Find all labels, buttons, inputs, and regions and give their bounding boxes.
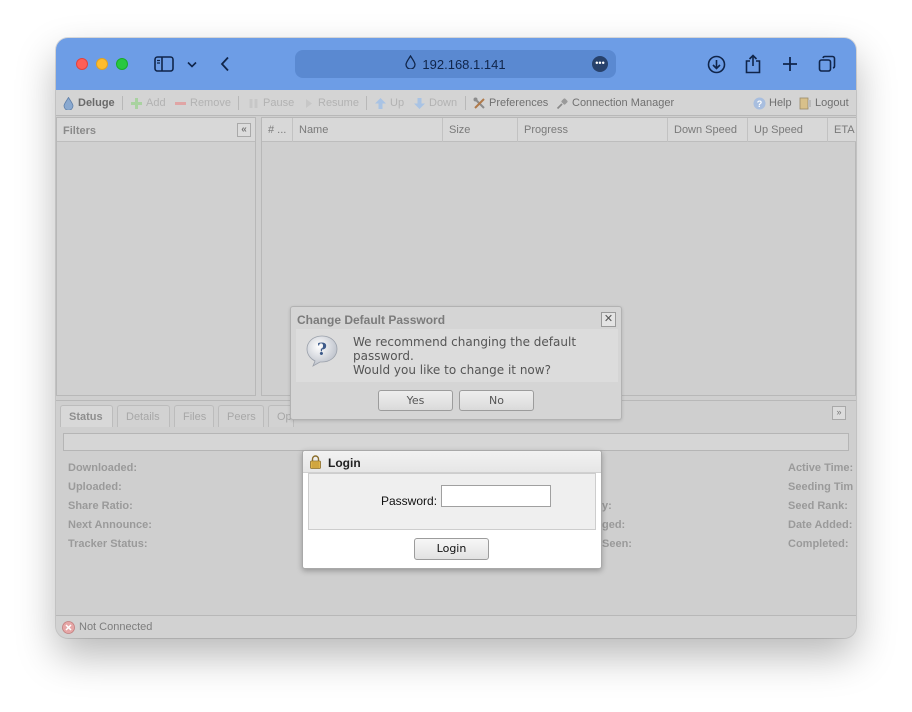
new-tab-icon[interactable]	[780, 52, 800, 76]
share-icon[interactable]	[743, 52, 763, 76]
minimize-window-button[interactable]	[96, 58, 108, 70]
plug-icon	[556, 97, 568, 109]
logout-button[interactable]: Logout	[799, 95, 849, 111]
stat-uploaded: Uploaded:	[68, 481, 122, 493]
torrent-grid-header: # ... Name Size Progress Down Speed Up S…	[262, 118, 856, 142]
login-dialog-header: Login	[303, 451, 601, 473]
dialog-body: ? We recommend changing the default pass…	[296, 329, 618, 382]
torrent-progress-bar	[63, 433, 849, 451]
login-button[interactable]: Login	[414, 538, 489, 560]
filters-panel: Filters «	[56, 117, 256, 396]
disconnected-icon	[62, 620, 75, 634]
stat-completed: Completed:	[788, 538, 849, 550]
minus-icon	[175, 101, 186, 105]
stat-tracker-status: Tracker Status:	[68, 538, 148, 550]
stat-seed-rank: Seed Rank:	[788, 500, 848, 512]
toolbar-separator	[465, 96, 466, 110]
password-label: Password:	[381, 494, 438, 508]
stat-next-announce: Next Announce:	[68, 519, 152, 531]
add-button[interactable]: Add	[130, 95, 166, 111]
resume-button[interactable]: Resume	[302, 95, 359, 111]
page-menu-icon[interactable]: •••	[592, 56, 608, 72]
browser-titlebar: 192.168.1.141 •••	[56, 38, 856, 90]
stat-downloaded: Downloaded:	[68, 462, 138, 474]
stat-last-seen: Seen:	[602, 538, 632, 550]
stat-seeding-time: Seeding Tim	[788, 481, 854, 493]
browser-window: 192.168.1.141 ••• Deluge Add Remove Paus…	[56, 38, 856, 638]
tab-details[interactable]: Details	[117, 405, 170, 427]
stat-last-changed: ged:	[602, 519, 626, 531]
toolbar-separator	[238, 96, 239, 110]
sidebar-toggle-icon[interactable]	[153, 52, 175, 76]
tab-status[interactable]: Status	[60, 405, 113, 427]
column-size[interactable]: Size	[443, 118, 518, 142]
tab-peers[interactable]: Peers	[218, 405, 264, 427]
pause-icon	[249, 98, 258, 108]
remove-button[interactable]: Remove	[174, 95, 231, 111]
toolbar-separator	[366, 96, 367, 110]
help-button[interactable]: ? Help	[753, 95, 792, 111]
login-dialog: Login Password: Login	[302, 450, 602, 569]
column-name[interactable]: Name	[293, 118, 443, 142]
yes-button[interactable]: Yes	[378, 390, 453, 411]
chevron-down-icon[interactable]	[186, 52, 198, 76]
tab-overview-icon[interactable]	[817, 52, 837, 76]
column-queue[interactable]: # ...	[262, 118, 293, 142]
lock-icon	[310, 455, 321, 469]
login-form: Password:	[308, 473, 596, 530]
queue-down-button[interactable]: Down	[413, 95, 457, 111]
dialog-title: Change Default Password	[297, 313, 446, 327]
downloads-icon[interactable]	[705, 52, 727, 76]
arrow-up-icon	[375, 97, 386, 109]
question-icon: ?	[306, 335, 338, 367]
column-up-speed[interactable]: Up Speed	[748, 118, 828, 142]
change-password-dialog: Change Default Password ✕ ? We recommend…	[290, 306, 622, 420]
zoom-window-button[interactable]	[116, 58, 128, 70]
stat-active-time: Active Time:	[788, 462, 854, 474]
pause-button[interactable]: Pause	[247, 95, 294, 111]
site-icon	[405, 54, 417, 74]
deluge-logo: Deluge	[62, 95, 115, 111]
close-icon[interactable]: ✕	[601, 312, 616, 327]
dialog-message-line-2: Would you like to change it now?	[353, 363, 551, 377]
no-button[interactable]: No	[459, 390, 534, 411]
preferences-button[interactable]: Preferences	[473, 95, 548, 111]
queue-up-button[interactable]: Up	[374, 95, 404, 111]
column-down-speed[interactable]: Down Speed	[668, 118, 748, 142]
address-bar[interactable]: 192.168.1.141 •••	[295, 50, 616, 78]
deluge-toolbar: Deluge Add Remove Pause Resume Up Down P…	[56, 90, 856, 116]
filters-title: Filters	[63, 125, 97, 137]
tools-icon	[473, 97, 485, 109]
password-field[interactable]	[441, 485, 551, 507]
url-text: 192.168.1.141	[422, 56, 506, 72]
plus-icon	[131, 97, 142, 109]
filters-header: Filters «	[57, 118, 255, 142]
connection-status: Not Connected	[79, 621, 153, 633]
back-icon[interactable]	[218, 52, 232, 76]
toolbar-separator	[122, 96, 123, 110]
tab-files[interactable]: Files	[174, 405, 214, 427]
play-icon	[306, 98, 312, 108]
arrow-down-icon	[414, 97, 425, 109]
svg-text:?: ?	[317, 340, 327, 360]
stat-date-added: Date Added:	[788, 519, 853, 531]
column-progress[interactable]: Progress	[518, 118, 668, 142]
dialog-message-line-1: We recommend changing the default passwo…	[353, 335, 577, 363]
collapse-details-icon[interactable]: »	[832, 406, 846, 420]
stat-share-ratio: Share Ratio:	[68, 500, 133, 512]
deluge-drop-icon	[63, 96, 74, 110]
close-window-button[interactable]	[76, 58, 88, 70]
status-bar: Not Connected	[56, 615, 856, 638]
svg-text:?: ?	[757, 99, 763, 109]
connection-manager-button[interactable]: Connection Manager	[556, 95, 674, 111]
login-title: Login	[328, 456, 361, 470]
column-eta[interactable]: ETA	[828, 118, 856, 142]
stat-availability: y:	[602, 500, 612, 512]
logout-icon	[799, 97, 811, 109]
collapse-filters-icon[interactable]: «	[237, 123, 251, 137]
help-icon: ?	[753, 97, 766, 109]
